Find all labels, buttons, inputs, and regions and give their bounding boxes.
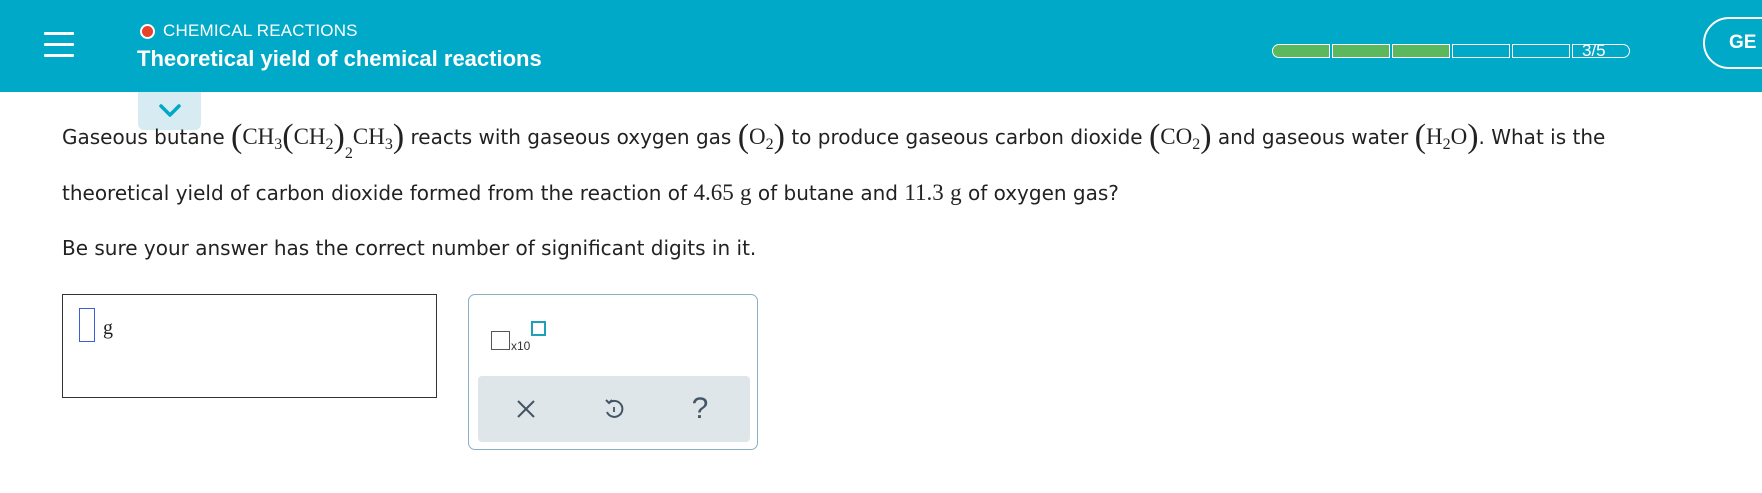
chevron-down-icon (158, 104, 181, 117)
math-toolbox: x10 ? (468, 294, 758, 450)
progress-segment (1392, 44, 1450, 58)
clear-button[interactable] (508, 391, 544, 427)
x10-label: x10 (511, 339, 531, 353)
help-icon[interactable]: ? (682, 391, 718, 427)
topic-indicator: CHEMICAL REACTIONS (140, 19, 358, 43)
water-formula: H2O (1425, 124, 1468, 153)
mass-unit: g (740, 180, 752, 205)
progress-segment (1512, 44, 1570, 58)
question-text: . What is the (1478, 125, 1606, 149)
mantissa-box-icon (491, 331, 510, 350)
scientific-notation-button[interactable]: x10 (491, 321, 551, 357)
progress-segment (1272, 44, 1330, 58)
answer-area: g (62, 294, 437, 398)
progress-count: 3/5 (1582, 41, 1606, 60)
mass-oxygen-value: 11.3 (904, 180, 944, 205)
question-text: to produce gaseous carbon dioxide (791, 125, 1143, 149)
mass-butane-value: 4.65 (693, 180, 734, 205)
mass-unit: g (950, 180, 962, 205)
go-button[interactable]: GE (1703, 17, 1762, 69)
question-text: theoretical yield of carbon dioxide form… (62, 181, 688, 205)
answer-input[interactable] (79, 308, 95, 342)
oxygen-formula: O2 (749, 124, 774, 153)
toolbox-actions: ? (478, 376, 750, 442)
question-text: reacts with gaseous oxygen gas (410, 125, 732, 149)
top-header: CHEMICAL REACTIONS Theoretical yield of … (0, 0, 1762, 92)
page-title: Theoretical yield of chemical reactions (137, 46, 542, 71)
co2-formula: CO2 (1160, 124, 1201, 153)
progress-segment (1452, 44, 1510, 58)
butane-formula: CH3(CH2)2CH3 (242, 118, 393, 162)
instruction-text: Be sure your answer has the correct numb… (62, 236, 757, 260)
question-line-1: Gaseous butane (CH3(CH2)2CH3) reacts wit… (62, 118, 1606, 162)
question-text: of butane and (757, 181, 898, 205)
hamburger-menu-icon[interactable] (30, 19, 88, 69)
question-text: Gaseous butane (62, 125, 225, 149)
question-text: and gaseous water (1217, 125, 1409, 149)
exponent-box-icon (531, 321, 546, 336)
question-text: of oxygen gas? (967, 181, 1119, 205)
progress-bar (1272, 43, 1630, 59)
undo-icon (605, 399, 624, 418)
question-line-2: theoretical yield of carbon dioxide form… (62, 180, 1119, 206)
topic-label: CHEMICAL REACTIONS (163, 21, 358, 40)
x-icon (517, 400, 535, 418)
undo-button[interactable] (596, 391, 632, 427)
topic-status-dot (140, 23, 155, 39)
answer-unit: g (103, 317, 113, 339)
progress-segment (1332, 44, 1390, 58)
